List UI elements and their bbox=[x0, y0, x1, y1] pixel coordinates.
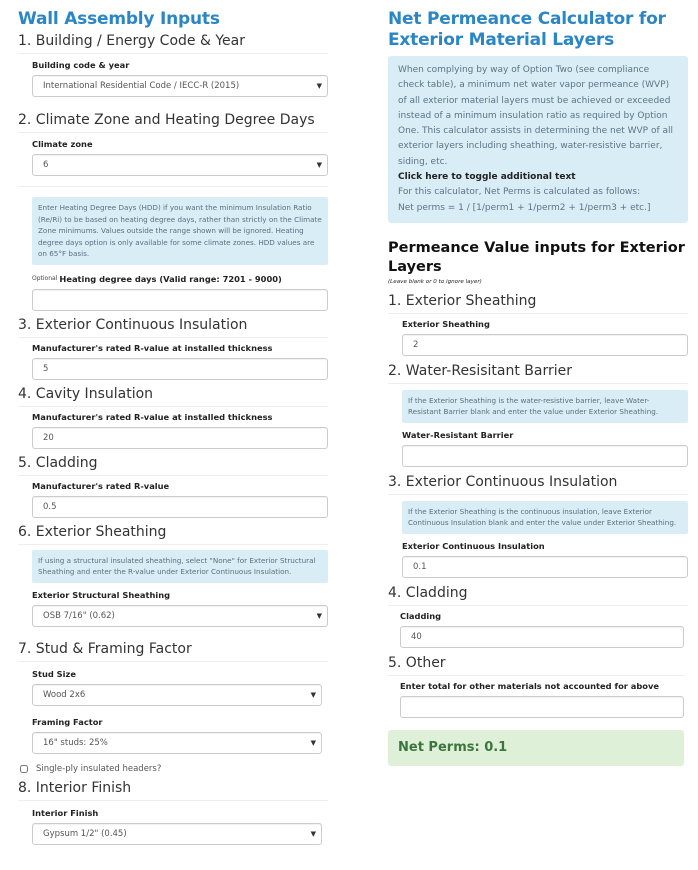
section-heading: 6. Exterior Sheathing bbox=[18, 522, 328, 545]
net-perms-result: Net Perms: 0.1 bbox=[388, 729, 684, 766]
selected-value: 6 bbox=[43, 160, 49, 170]
insulated-headers-option[interactable]: Single-ply insulated headers? bbox=[18, 764, 328, 774]
layer-exterior-sheathing: 1. Exterior Sheathing Exterior Sheathing bbox=[388, 291, 688, 356]
permeance-inputs-heading: Permeance Value inputs for Exterior Laye… bbox=[388, 239, 685, 275]
insulated-headers-label: Single-ply insulated headers? bbox=[36, 763, 162, 774]
selected-value: Wood 2x6 bbox=[43, 689, 86, 700]
section-heading: 3. Exterior Continuous Insulation bbox=[18, 315, 328, 338]
sheathing-select[interactable]: OSB 7/16" (0.62) ▼ bbox=[32, 604, 328, 627]
cladding-label: Manufacturer's rated R-value bbox=[32, 480, 170, 491]
cladding-perm-label: Cladding bbox=[400, 610, 442, 621]
sheathing-info-box: If using a structural insulated sheathin… bbox=[32, 549, 328, 583]
interior-finish-label: Interior Finish bbox=[32, 807, 99, 818]
selected-value: 16" studs: 25% bbox=[43, 737, 108, 748]
permeance-inputs-note: (Leave blank or 0 to ignore layer) bbox=[388, 278, 482, 285]
section-heading: 2. Water-Resisitant Barrier bbox=[388, 361, 688, 384]
selected-value: Gypsum 1/2" (0.45) bbox=[43, 828, 127, 839]
exterior-sheathing-perm-input[interactable] bbox=[402, 333, 688, 356]
selected-value: OSB 7/16" (0.62) bbox=[43, 610, 115, 621]
exterior-ci-input[interactable] bbox=[32, 357, 328, 380]
layer-water-resistant-barrier: 2. Water-Resisitant Barrier If the Exter… bbox=[388, 361, 688, 467]
section-heading: 7. Stud & Framing Factor bbox=[18, 639, 328, 662]
section-exterior-ci: 3. Exterior Continuous Insulation Manufa… bbox=[18, 315, 328, 380]
layer-exterior-ci: 3. Exterior Continuous Insulation If the… bbox=[388, 472, 688, 578]
wall-assembly-panel: Wall Assembly Inputs 1. Building / Energ… bbox=[18, 0, 328, 845]
cladding-perm-input[interactable] bbox=[400, 625, 684, 648]
wrb-info-box: If the Exterior Sheathing is the water-r… bbox=[402, 389, 688, 423]
wall-assembly-title: Wall Assembly Inputs bbox=[18, 9, 220, 29]
caret-down-icon: ▼ bbox=[310, 829, 316, 838]
section-building-code: 1. Building / Energy Code & Year Buildin… bbox=[18, 31, 328, 97]
hdd-info-box: Enter Heating Degree Days (HDD) if you w… bbox=[32, 197, 328, 265]
hdd-label-text: Heating degree days (Valid range: 7201 -… bbox=[59, 273, 282, 284]
climate-zone-label: Climate zone bbox=[32, 139, 93, 149]
hdd-label: Optional Heating degree days (Valid range… bbox=[32, 273, 328, 285]
caret-down-icon: ▼ bbox=[316, 611, 322, 620]
hdd-input[interactable] bbox=[32, 288, 328, 311]
section-interior-finish: 8. Interior Finish Interior Finish Gypsu… bbox=[18, 778, 328, 845]
section-heading: 4. Cladding bbox=[388, 583, 688, 606]
net-permeance-info-box: When complying by way of Option Two (see… bbox=[388, 56, 688, 223]
section-cavity-insulation: 4. Cavity Insulation Manufacturer's rate… bbox=[18, 384, 328, 449]
exterior-sheathing-perm-label: Exterior Sheathing bbox=[402, 318, 490, 329]
caret-down-icon: ▼ bbox=[316, 161, 322, 169]
optional-tag: Optional bbox=[32, 274, 58, 282]
section-climate-zone: 2. Climate Zone and Heating Degree Days … bbox=[18, 110, 328, 311]
section-exterior-sheathing: 6. Exterior Sheathing If using a structu… bbox=[18, 522, 328, 627]
selected-value: International Residential Code / IECC-R … bbox=[43, 81, 240, 91]
layer-cladding: 4. Cladding Cladding bbox=[388, 583, 688, 648]
framing-factor-select[interactable]: 16" studs: 25% ▼ bbox=[32, 731, 322, 754]
section-heading: 5. Cladding bbox=[18, 453, 328, 476]
framing-factor-label: Framing Factor bbox=[32, 716, 103, 727]
toggle-additional-text-link[interactable]: Click here to toggle additional text bbox=[398, 170, 678, 185]
caret-down-icon: ▼ bbox=[310, 738, 316, 747]
cavity-insulation-input[interactable] bbox=[32, 426, 328, 449]
other-perm-label: Enter total for other materials not acco… bbox=[400, 680, 660, 691]
layer-other: 5. Other Enter total for other materials… bbox=[388, 653, 688, 718]
section-heading: 2. Climate Zone and Heating Degree Days bbox=[18, 110, 328, 133]
section-cladding: 5. Cladding Manufacturer's rated R-value bbox=[18, 453, 328, 518]
wrb-perm-label: Water-Resistant Barrier bbox=[402, 429, 514, 440]
building-code-select[interactable]: International Residential Code / IECC-R … bbox=[32, 75, 328, 97]
net-permeance-panel: Net Permeance Calculator for Exterior Ma… bbox=[388, 0, 688, 766]
exterior-ci-label: Manufacturer's rated R-value at installe… bbox=[32, 342, 273, 353]
section-heading: 5. Other bbox=[388, 653, 684, 676]
cladding-input[interactable] bbox=[32, 495, 328, 518]
cavity-insulation-label: Manufacturer's rated R-value at installe… bbox=[32, 411, 273, 422]
exterior-ci-info-box: If the Exterior Sheathing is the continu… bbox=[402, 500, 688, 534]
section-stud-framing: 7. Stud & Framing Factor Stud Size Wood … bbox=[18, 639, 328, 774]
formula-description: For this calculator, Net Perms is calcul… bbox=[398, 187, 641, 198]
section-heading: 4. Cavity Insulation bbox=[18, 384, 328, 407]
net-permeance-title: Net Permeance Calculator for Exterior Ma… bbox=[388, 9, 666, 50]
caret-down-icon: ▼ bbox=[316, 82, 322, 90]
formula: Net perms = 1 / [1/perm1 + 1/perm2 + 1/p… bbox=[398, 202, 651, 213]
section-heading: 1. Building / Energy Code & Year bbox=[18, 31, 328, 54]
section-heading: 3. Exterior Continuous Insulation bbox=[388, 472, 688, 495]
interior-finish-select[interactable]: Gypsum 1/2" (0.45) ▼ bbox=[32, 822, 322, 845]
section-heading: 8. Interior Finish bbox=[18, 778, 328, 801]
section-heading: 1. Exterior Sheathing bbox=[388, 291, 688, 314]
exterior-ci-perm-input[interactable] bbox=[402, 555, 688, 578]
caret-down-icon: ▼ bbox=[310, 690, 316, 699]
wrb-perm-input[interactable] bbox=[402, 444, 688, 467]
climate-zone-select[interactable]: 6 ▼ bbox=[32, 154, 328, 176]
insulated-headers-checkbox[interactable] bbox=[20, 764, 28, 773]
stud-size-select[interactable]: Wood 2x6 ▼ bbox=[32, 683, 322, 706]
intro-text: When complying by way of Option Two (see… bbox=[398, 65, 674, 167]
building-code-label: Building code & year bbox=[32, 60, 130, 70]
other-perm-input[interactable] bbox=[400, 695, 684, 718]
stud-size-label: Stud Size bbox=[32, 668, 76, 679]
exterior-ci-perm-label: Exterior Continuous Insulation bbox=[402, 540, 545, 551]
sheathing-label: Exterior Structural Sheathing bbox=[32, 589, 171, 600]
